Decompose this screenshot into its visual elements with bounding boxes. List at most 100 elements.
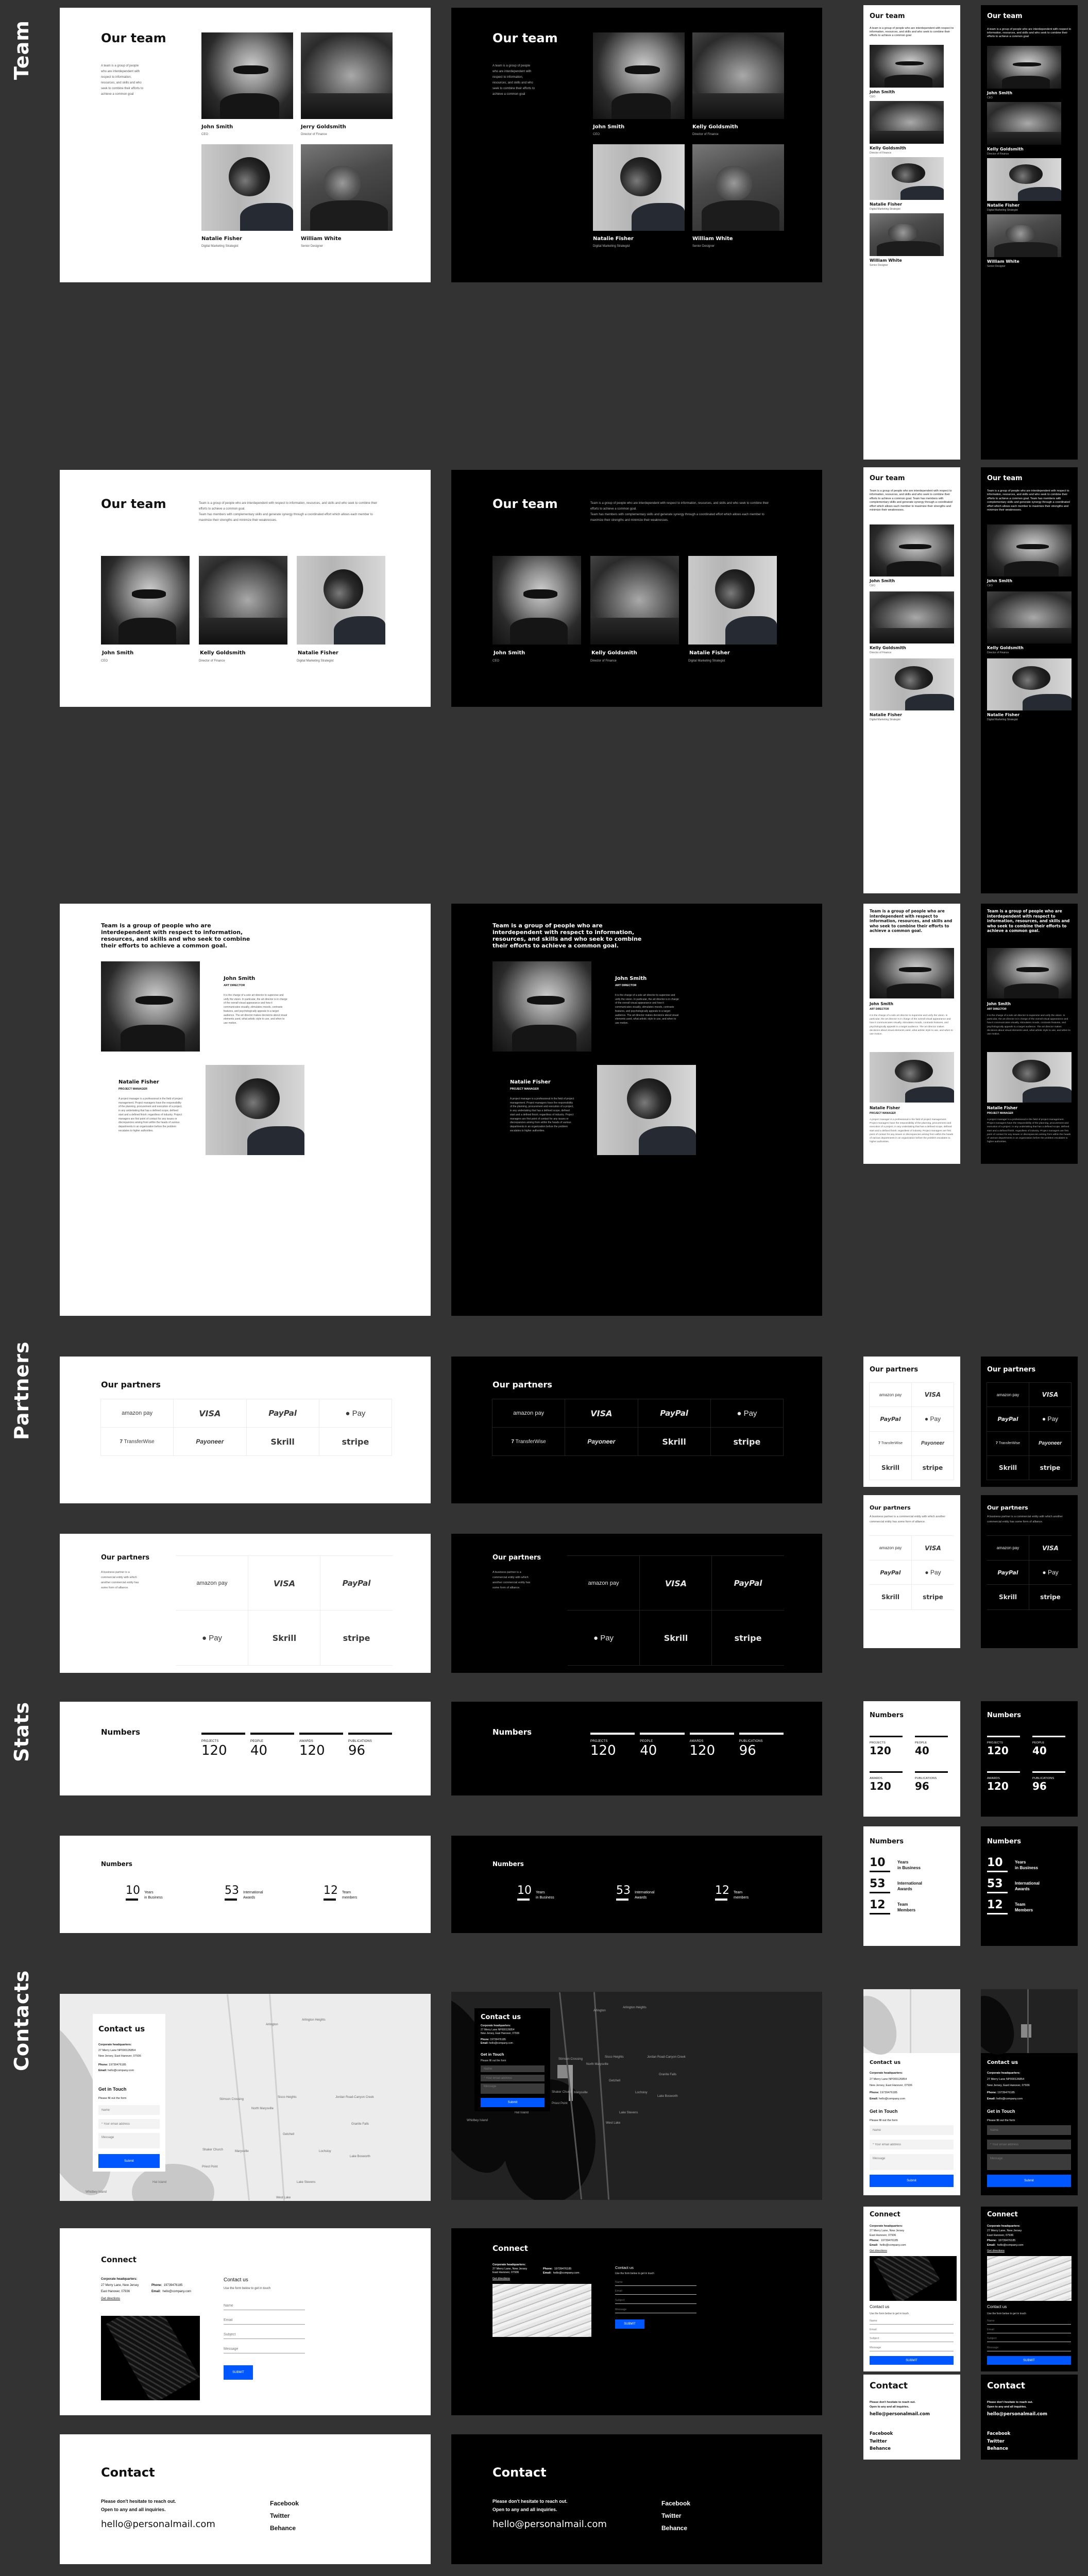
partner-logo-apple-pay[interactable]: ● Pay (710, 1399, 784, 1428)
message-input[interactable] (481, 2083, 545, 2094)
behance-link[interactable]: Behance (870, 2445, 893, 2453)
subject-input[interactable] (870, 2336, 954, 2342)
phone-value[interactable]: 19739476185 (997, 2091, 1015, 2094)
behance-link[interactable]: Behance (987, 2445, 1010, 2453)
partner-logo-skrill[interactable]: Skrill (869, 1455, 912, 1480)
partner-logo-apple-pay[interactable]: ● Pay (567, 1610, 640, 1665)
email-value[interactable]: hello@company.com (879, 2097, 905, 2100)
partner-logo-amazon-pay[interactable]: amazon pay (176, 1555, 248, 1611)
partner-logo-stripe[interactable]: stripe (318, 1427, 392, 1456)
partner-logo-visa[interactable]: VISA (911, 1535, 954, 1561)
email-input[interactable] (870, 2140, 954, 2149)
facebook-link[interactable]: Facebook (661, 2497, 690, 2510)
personal-email-link[interactable]: hello@personalmail.com (870, 2412, 930, 2417)
facebook-link[interactable]: Facebook (270, 2497, 299, 2510)
directions-link[interactable]: Get directions (101, 2297, 120, 2300)
partner-logo-skrill[interactable]: Skrill (869, 1584, 912, 1609)
email-input[interactable] (615, 2289, 696, 2295)
twitter-link[interactable]: Twitter (270, 2510, 299, 2522)
email-value[interactable]: hello@company.com (108, 2069, 134, 2072)
twitter-link[interactable]: Twitter (661, 2510, 690, 2522)
partner-logo-visa[interactable]: VISA (911, 1382, 954, 1408)
partner-logo-stripe[interactable]: stripe (911, 1584, 954, 1609)
name-input[interactable] (615, 2280, 696, 2286)
message-input[interactable] (98, 2133, 160, 2148)
name-input[interactable] (987, 2125, 1071, 2135)
partner-logo-apple-pay[interactable]: ● Pay (911, 1406, 954, 1432)
partner-logo-skrill[interactable]: Skrill (246, 1427, 319, 1456)
personal-email-link[interactable]: hello@personalmail.com (492, 2519, 607, 2530)
partner-logo-visa[interactable]: VISA (248, 1555, 320, 1611)
partner-logo-paypal[interactable]: PayPal (869, 1560, 912, 1585)
directions-link[interactable]: Get directions (987, 2249, 1024, 2253)
partner-logo-skrill[interactable]: Skrill (987, 1455, 1029, 1480)
phone-value[interactable]: 19739476185 (109, 2063, 126, 2066)
personal-email-link[interactable]: hello@personalmail.com (987, 2412, 1047, 2417)
partner-logo-skrill[interactable]: Skrill (248, 1610, 320, 1665)
partner-logo-stripe[interactable]: stripe (710, 1427, 784, 1456)
partner-logo-apple-pay[interactable]: ● Pay (176, 1610, 248, 1665)
submit-button[interactable]: Submit (98, 2154, 160, 2168)
email-value[interactable]: hello@company.com (880, 2244, 906, 2247)
phone-value[interactable]: 19739476185 (164, 2284, 183, 2287)
name-input[interactable] (870, 2125, 954, 2135)
submit-button[interactable]: SUBMIT (870, 2356, 954, 2365)
message-input[interactable] (870, 2154, 954, 2170)
partner-logo-stripe[interactable]: stripe (711, 1610, 784, 1665)
phone-value[interactable]: 19739476185 (998, 2239, 1016, 2242)
partner-logo-paypal[interactable]: PayPal (320, 1555, 393, 1611)
directions-link[interactable]: Get directions (492, 2277, 510, 2280)
personal-email-link[interactable]: hello@personalmail.com (101, 2519, 215, 2530)
partner-logo-payoneer[interactable]: Payoneer (1029, 1431, 1072, 1456)
message-input[interactable] (870, 2346, 954, 2351)
partner-logo-skrill[interactable]: Skrill (637, 1427, 711, 1456)
partner-logo-transferwise[interactable]: 7 TransferWise (987, 1431, 1029, 1456)
message-input[interactable] (987, 2154, 1071, 2170)
partner-logo-paypal[interactable]: PayPal (637, 1399, 711, 1428)
partner-logo-amazon-pay[interactable]: amazon pay (987, 1382, 1029, 1408)
name-input[interactable] (987, 2319, 1071, 2325)
subject-input[interactable] (987, 2336, 1071, 2342)
message-input[interactable] (987, 2346, 1071, 2351)
partner-logo-apple-pay[interactable]: ● Pay (1029, 1406, 1072, 1432)
partner-logo-amazon-pay[interactable]: amazon pay (100, 1399, 174, 1428)
partner-logo-skrill[interactable]: Skrill (987, 1584, 1029, 1609)
name-input[interactable] (870, 2319, 954, 2325)
partner-logo-visa[interactable]: VISA (1029, 1535, 1072, 1561)
submit-button[interactable]: Submit (870, 2175, 954, 2187)
partner-logo-skrill[interactable]: Skrill (639, 1610, 712, 1665)
email-input[interactable] (987, 2328, 1071, 2333)
submit-button[interactable]: SUBMIT (987, 2356, 1071, 2365)
name-input[interactable] (98, 2105, 160, 2115)
twitter-link[interactable]: Twitter (870, 2438, 893, 2446)
partner-logo-paypal[interactable]: PayPal (246, 1399, 319, 1428)
partner-logo-payoneer[interactable]: Payoneer (565, 1427, 638, 1456)
partner-logo-stripe[interactable]: stripe (1029, 1455, 1072, 1480)
phone-value[interactable]: 19739476185 (554, 2267, 572, 2270)
partner-logo-visa[interactable]: VISA (173, 1399, 247, 1428)
directions-link[interactable]: Get directions (870, 2249, 906, 2253)
partner-logo-amazon-pay[interactable]: amazon pay (492, 1399, 566, 1428)
partner-logo-apple-pay[interactable]: ● Pay (1029, 1560, 1072, 1585)
message-input[interactable] (224, 2346, 305, 2353)
partner-logo-paypal[interactable]: PayPal (987, 1406, 1029, 1432)
subject-input[interactable] (615, 2298, 696, 2304)
facebook-link[interactable]: Facebook (870, 2430, 893, 2438)
partner-logo-paypal[interactable]: PayPal (869, 1406, 912, 1432)
email-value[interactable]: hello@company.com (553, 2272, 580, 2275)
partner-logo-payoneer[interactable]: Payoneer (173, 1427, 247, 1456)
partner-logo-transferwise[interactable]: 7 TransferWise (100, 1427, 174, 1456)
partner-logo-transferwise[interactable]: 7 TransferWise (492, 1427, 566, 1456)
behance-link[interactable]: Behance (270, 2522, 299, 2534)
name-input[interactable] (481, 2065, 545, 2072)
twitter-link[interactable]: Twitter (987, 2438, 1010, 2446)
partner-logo-paypal[interactable]: PayPal (987, 1560, 1029, 1585)
partner-logo-amazon-pay[interactable]: amazon pay (869, 1382, 912, 1408)
email-input[interactable] (987, 2140, 1071, 2149)
partner-logo-stripe[interactable]: stripe (911, 1455, 954, 1480)
partner-logo-amazon-pay[interactable]: amazon pay (987, 1535, 1029, 1561)
partner-logo-apple-pay[interactable]: ● Pay (318, 1399, 392, 1428)
subject-input[interactable] (224, 2332, 305, 2339)
phone-value[interactable]: 19739476185 (490, 2038, 506, 2041)
submit-button[interactable]: Submit (481, 2098, 545, 2107)
